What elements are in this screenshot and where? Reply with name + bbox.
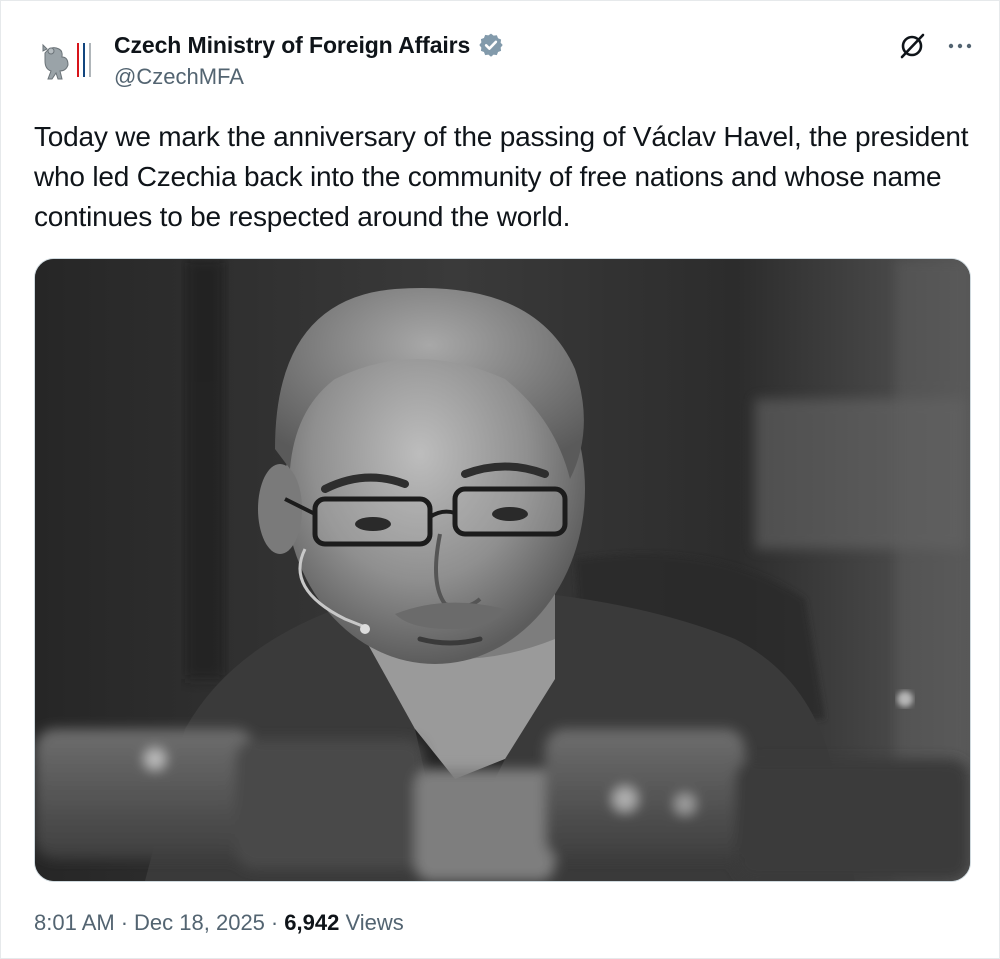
- tweet-card: Czech Ministry of Foreign Affairs @Czech…: [0, 0, 1000, 959]
- author-handle[interactable]: @CzechMFA: [114, 64, 504, 90]
- coat-of-arms-logo: [42, 43, 91, 80]
- tweet-photo[interactable]: [34, 258, 971, 882]
- tweet-date[interactable]: Dec 18, 2025: [134, 910, 265, 935]
- havel-portrait-photo: [35, 259, 970, 881]
- tweet-time[interactable]: 8:01 AM: [34, 910, 115, 935]
- tweet-meta: 8:01 AM · Dec 18, 2025 · 6,942 Views: [34, 910, 404, 936]
- grok-icon[interactable]: [895, 29, 929, 63]
- more-options-icon[interactable]: [945, 33, 975, 59]
- author-block: Czech Ministry of Foreign Affairs @Czech…: [114, 29, 504, 90]
- views-label[interactable]: Views: [345, 910, 403, 935]
- author-name[interactable]: Czech Ministry of Foreign Affairs: [114, 32, 470, 59]
- tweet-text: Today we mark the anniversary of the pas…: [34, 121, 969, 232]
- meta-separator: ·: [120, 910, 129, 935]
- verified-badge-icon[interactable]: [478, 32, 504, 58]
- views-count[interactable]: 6,942: [284, 910, 339, 935]
- meta-separator-2: ·: [270, 910, 279, 935]
- author-avatar[interactable]: [37, 35, 97, 89]
